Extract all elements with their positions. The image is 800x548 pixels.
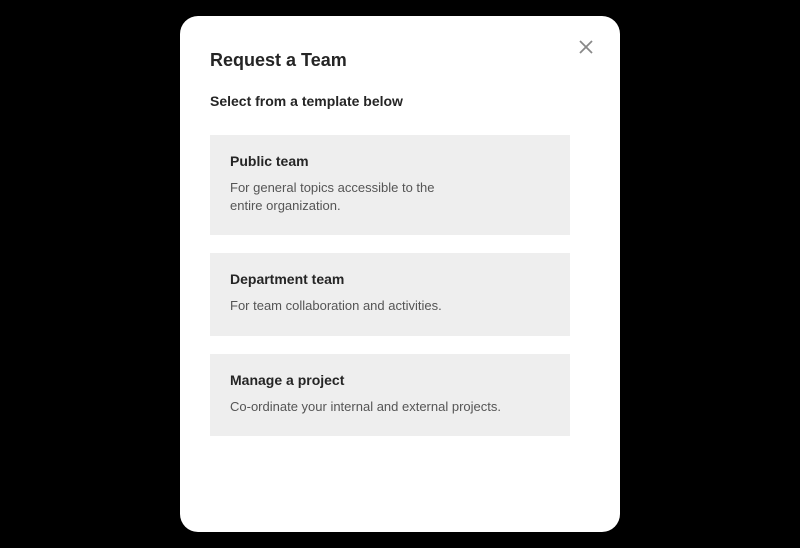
template-card-manage-project[interactable]: Manage a project Co-ordinate your intern… — [210, 354, 570, 436]
template-title: Public team — [230, 153, 550, 169]
dialog-subtitle: Select from a template below — [210, 93, 590, 109]
template-list: Public team For general topics accessibl… — [210, 135, 590, 436]
close-button[interactable] — [574, 36, 598, 60]
template-title: Manage a project — [230, 372, 550, 388]
close-icon — [579, 40, 593, 57]
template-title: Department team — [230, 271, 550, 287]
template-description: For team collaboration and activities. — [230, 297, 530, 315]
template-card-public-team[interactable]: Public team For general topics accessibl… — [210, 135, 570, 235]
request-team-dialog: Request a Team Select from a template be… — [180, 16, 620, 532]
template-card-department-team[interactable]: Department team For team collaboration a… — [210, 253, 570, 335]
dialog-title: Request a Team — [210, 50, 590, 71]
template-description: Co-ordinate your internal and external p… — [230, 398, 530, 416]
template-description: For general topics accessible to the ent… — [230, 179, 460, 215]
